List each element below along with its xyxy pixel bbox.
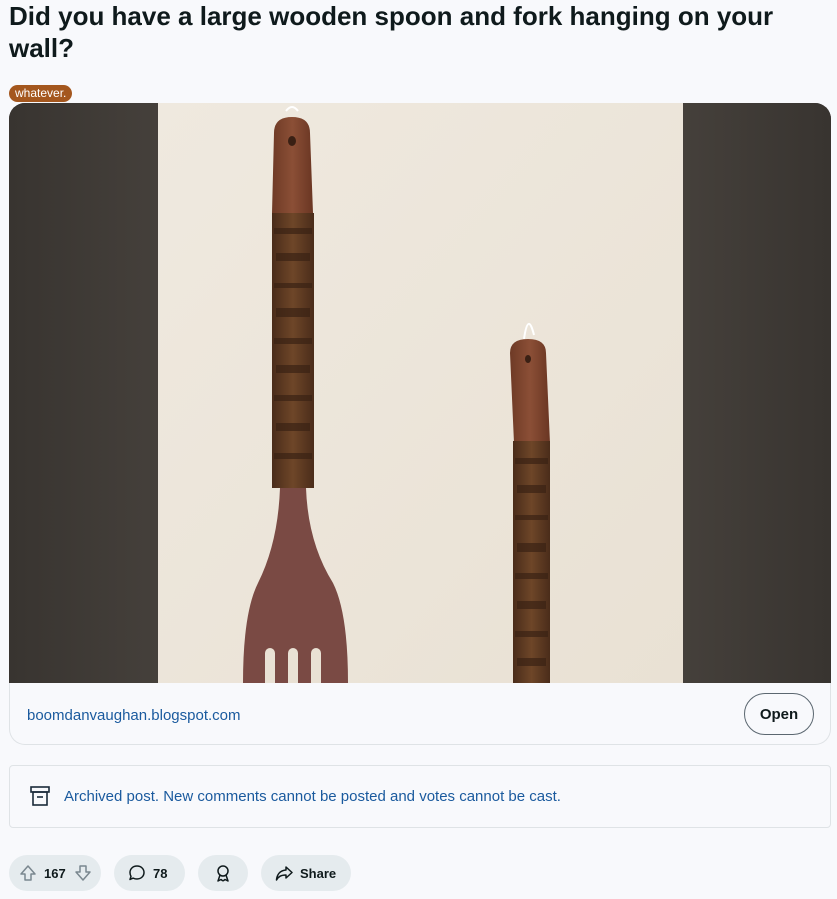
open-button[interactable]: Open [744, 693, 814, 735]
comment-icon [129, 865, 145, 881]
comments-button[interactable]: 78 [114, 855, 185, 891]
upvote-icon [20, 865, 36, 881]
post-title: Did you have a large wooden spoon and fo… [9, 1, 774, 63]
share-label: Share [300, 865, 337, 881]
post-image[interactable] [158, 103, 683, 683]
vote-count: 167 [44, 865, 66, 881]
archived-notice: Archived post. New comments cannot be po… [9, 765, 831, 828]
source-link[interactable]: boomdanvaughan.blogspot.com [27, 707, 241, 724]
comment-count: 78 [153, 865, 168, 881]
share-button[interactable]: Share [261, 855, 351, 891]
link-card: boomdanvaughan.blogspot.com Open [9, 683, 831, 745]
archived-notice-text: Archived post. New comments cannot be po… [64, 788, 561, 805]
downvote-button[interactable] [74, 864, 92, 882]
media-background-right [682, 103, 831, 683]
post-media[interactable] [9, 103, 831, 683]
award-button[interactable] [198, 855, 248, 891]
award-icon [217, 865, 229, 882]
vote-control: 167 [9, 855, 101, 891]
share-icon [275, 866, 293, 881]
downvote-icon [74, 865, 91, 881]
archive-box-icon [30, 786, 50, 806]
upvote-button[interactable] [19, 864, 37, 882]
post-flair[interactable]: whatever. [9, 85, 73, 102]
media-background-left [9, 103, 158, 683]
